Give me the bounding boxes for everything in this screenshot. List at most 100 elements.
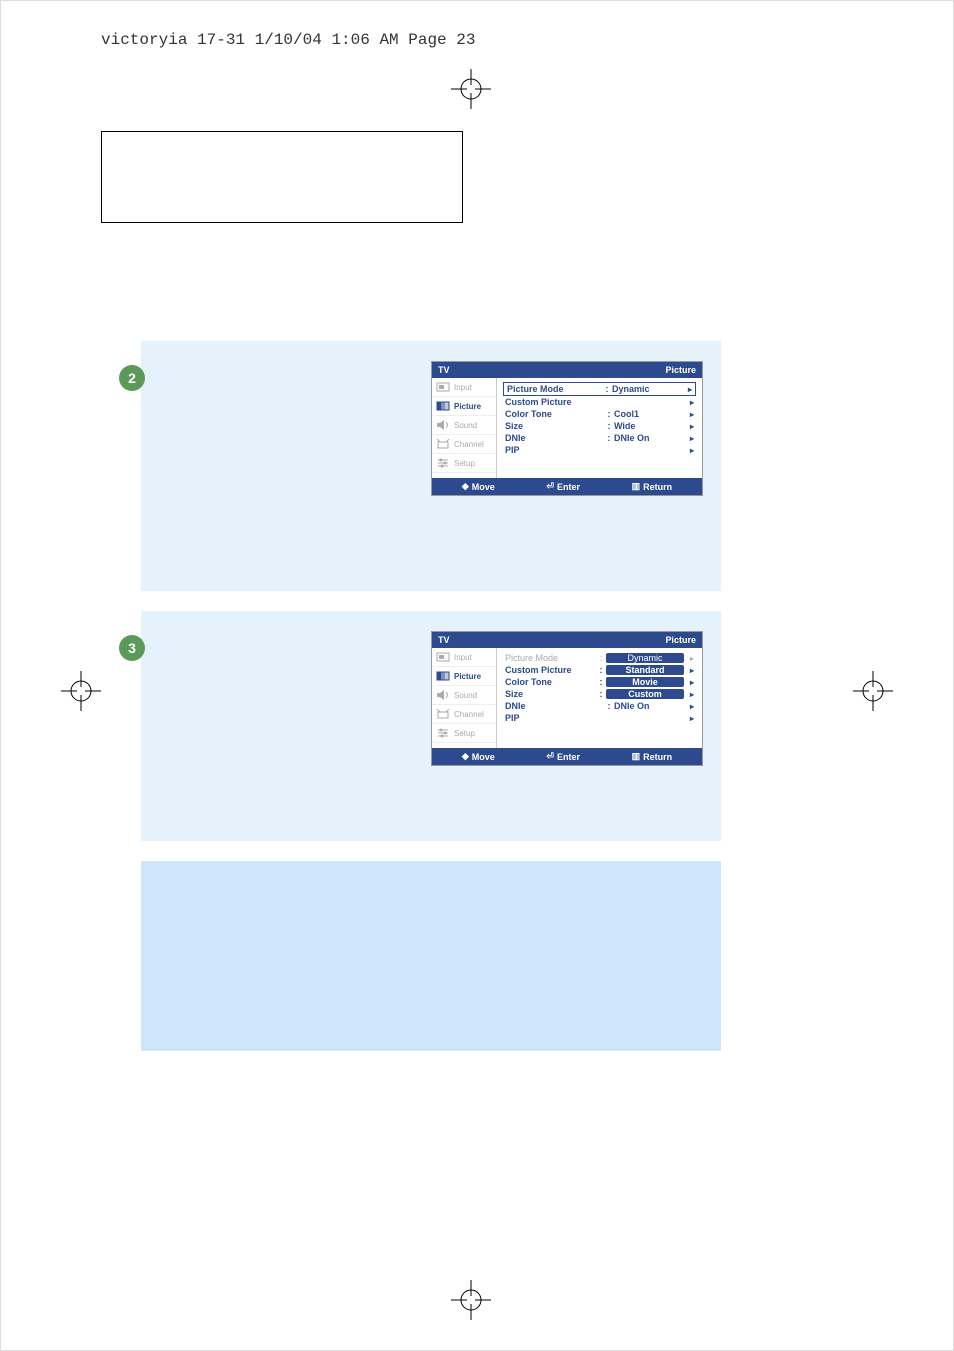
page: victoryia 17-31 1/10/04 1:06 AM Page 23 … (0, 0, 954, 1351)
foot-move: ◆Move (462, 481, 495, 492)
step-2-text: Press the ▲▼ buttons to select "Picture … (159, 359, 379, 389)
enter-icon: ⏎ (305, 661, 313, 672)
chevron-right-icon (684, 701, 694, 711)
osd-panel-1: TV Picture Input Picture Sound Channel Setup… (431, 361, 703, 496)
sidebar-item-picture[interactable]: Picture (432, 667, 496, 686)
osd-title-right: Picture (665, 365, 696, 375)
osd-title-left: TV (438, 365, 450, 375)
menu-label: Color Tone (505, 677, 596, 687)
sidebar-item-label: Setup (454, 729, 475, 738)
menu-value: Cool1 (614, 409, 684, 419)
channel-icon (436, 439, 450, 449)
menu-row-pip[interactable]: PIP (503, 712, 696, 724)
sidebar-item-channel[interactable]: Channel (432, 705, 496, 724)
sidebar-item-label: Picture (454, 672, 481, 681)
input-icon (436, 382, 450, 392)
crop-mark-left (61, 671, 101, 711)
enter-icon: ⏎ (546, 481, 554, 492)
menu-row-dnie[interactable]: DNIe:DNIe On (503, 432, 696, 444)
chevron-right-icon (684, 689, 694, 699)
menu-label: Picture Mode (507, 384, 602, 394)
enter-icon: ⏎ (546, 751, 554, 762)
menu-value: Movie (606, 677, 684, 687)
updown-icon: ◆ (462, 751, 469, 762)
sidebar-item-input[interactable]: Input (432, 648, 496, 667)
note-item: • Choose Custom if you want to adjust th… (159, 927, 703, 959)
osd-panel-2: TV Picture Input Picture Sound Channel Setup… (431, 631, 703, 766)
menu-row-picture-mode[interactable]: Picture Mode:Dynamic (503, 652, 696, 664)
menu-label: DNIe (505, 701, 604, 711)
sidebar-item-label: Input (454, 653, 472, 662)
setup-icon (436, 728, 450, 738)
sidebar-item-setup[interactable]: Setup (432, 454, 496, 473)
foot-enter: ⏎Enter (546, 481, 580, 492)
menu-label: DNIe (505, 433, 604, 443)
picture-icon (436, 401, 450, 411)
note-item: • Choose Movie when viewing the movie. (159, 911, 703, 927)
title-box (101, 131, 463, 223)
menu-value: DNIe On (614, 433, 684, 443)
menu-label: PIP (505, 713, 604, 723)
notes-section: • Choose Dynamic for viewing the TV duri… (141, 861, 721, 1051)
file-header: victoryia 17-31 1/10/04 1:06 AM Page 23 (101, 31, 475, 49)
osd-sidebar: Input Picture Sound Channel Setup (432, 648, 497, 748)
menu-row-picture-mode[interactable]: Picture Mode:Dynamic (503, 382, 696, 396)
menu-value: Wide (614, 421, 684, 431)
foot-return: ▥Return (632, 751, 673, 762)
menu-row-pip[interactable]: PIP (503, 444, 696, 456)
menu-value: Standard (606, 665, 684, 675)
sidebar-item-label: Picture (454, 402, 481, 411)
osd-sidebar: Input Picture Sound Channel Setup (432, 378, 497, 478)
input-icon (436, 652, 450, 662)
osd-title-right: Picture (665, 635, 696, 645)
menu-row-size[interactable]: Size:Wide (503, 420, 696, 432)
sidebar-item-label: Channel (454, 710, 484, 719)
sound-icon (436, 690, 450, 700)
sidebar-item-label: Sound (454, 691, 477, 700)
picture-icon (436, 671, 450, 681)
menu-value: Custom (606, 689, 684, 699)
sidebar-item-picture[interactable]: Picture (432, 397, 496, 416)
step-number-3: 3 (119, 635, 145, 661)
osd-main: Picture Mode:DynamicCustom Picture:Stand… (497, 648, 702, 748)
sidebar-item-sound[interactable]: Sound (432, 416, 496, 435)
menu-label: Size (505, 421, 604, 431)
menu-label: Size (505, 689, 596, 699)
menu-label: Custom Picture (505, 665, 596, 675)
sidebar-item-label: Input (454, 383, 472, 392)
sidebar-item-label: Channel (454, 440, 484, 449)
menu-row-color-tone[interactable]: Color Tone:Cool1 (503, 408, 696, 420)
chevron-right-icon (684, 445, 694, 455)
menu-label: Picture Mode (505, 653, 596, 663)
chevron-right-icon (682, 384, 692, 394)
menu-row-size[interactable]: Size:Custom (503, 688, 696, 700)
sidebar-item-sound[interactable]: Sound (432, 686, 496, 705)
chevron-right-icon (684, 677, 694, 687)
osd-title-left: TV (438, 635, 450, 645)
menu-row-custom-picture[interactable]: Custom Picture (503, 396, 696, 408)
menu-label: PIP (505, 445, 604, 455)
crop-mark-right (853, 671, 893, 711)
chevron-right-icon (684, 665, 694, 675)
crop-mark-top (451, 69, 491, 109)
sound-icon (436, 420, 450, 430)
return-icon: ▥ (632, 751, 641, 762)
chevron-right-icon (684, 409, 694, 419)
chevron-right-icon (684, 433, 694, 443)
menu-label: Color Tone (505, 409, 604, 419)
sidebar-item-channel[interactable]: Channel (432, 435, 496, 454)
menu-row-dnie[interactable]: DNIe:DNIe On (503, 700, 696, 712)
sidebar-item-label: Sound (454, 421, 477, 430)
sidebar-item-label: Setup (454, 459, 475, 468)
foot-move: ◆Move (462, 751, 495, 762)
note-item: • Choose Standard for the standard facto… (159, 895, 703, 911)
step-3-section: 3 Press the ▲▼ buttons to select the des… (141, 611, 721, 841)
menu-row-custom-picture[interactable]: Custom Picture:Standard (503, 664, 696, 676)
crop-mark-bottom (451, 1280, 491, 1320)
return-icon: ▥ (632, 481, 641, 492)
sidebar-item-setup[interactable]: Setup (432, 724, 496, 743)
menu-label: Custom Picture (505, 397, 604, 407)
sidebar-item-input[interactable]: Input (432, 378, 496, 397)
chevron-right-icon (684, 397, 694, 407)
menu-row-color-tone[interactable]: Color Tone:Movie (503, 676, 696, 688)
